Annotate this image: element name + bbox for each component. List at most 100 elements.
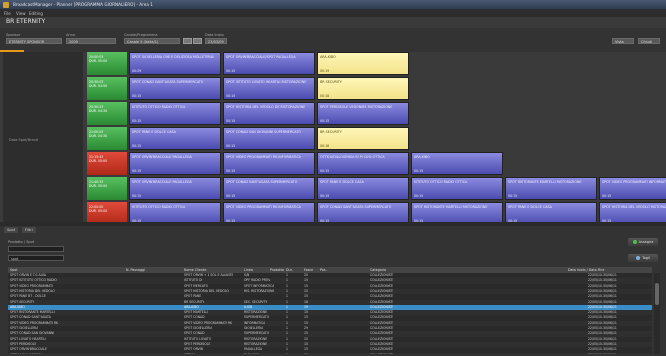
schedule-event[interactable]: SPOT PERDISOLE VEDONIRE RISTORAZIONE 00:1… — [317, 102, 409, 125]
time-slot[interactable]: 20:30:03 DUR. 04:50 — [87, 77, 127, 100]
schedule-event[interactable]: SPOT ORVIN'BRACCIALE PAGALLEGA 00:15 — [129, 152, 221, 175]
close-button[interactable]: Chiudi — [638, 38, 660, 44]
event-duration: 00:18 — [320, 144, 330, 148]
schedule-event[interactable]: SPOT CONAD SANT'AGATA SUPERMERCATO 00:15 — [223, 177, 315, 200]
date-field[interactable]: 23/03/09 — [205, 38, 227, 44]
event-name: ISTITUTO OTTICO RADIO OTTICA — [132, 205, 186, 209]
schedule-event[interactable]: SPOT ISTITUTO LOVATO HEARTILI RISTORAZIO… — [223, 77, 315, 100]
schedule-event[interactable]: OTTICA/DILLOGENSA RI PI CUSI OTTICA 00:15 — [317, 152, 409, 175]
event-name: SPOT VIDEO PROGRAMMATI RK INFORMATICA — [226, 205, 301, 209]
menu-file[interactable]: File — [4, 11, 11, 16]
filter-date-label: Data Inizio — [205, 33, 224, 37]
schedule-event[interactable]: SPOT CONAD SANT'AGATA SUPERMERCATO 00:15 — [129, 77, 221, 100]
event-duration: 00:29 — [132, 69, 142, 73]
filter-input[interactable]: spot — [8, 255, 64, 261]
event-duration: 00:15 — [132, 194, 142, 198]
event-duration: 00:15 — [226, 169, 236, 173]
event-name: SPOT RISTORANTE MARTELLI RISTORAZIONE — [508, 180, 582, 184]
event-duration: 00:15 — [132, 144, 142, 148]
filter-year-label: Anno — [66, 33, 75, 37]
table-scrollbar[interactable] — [654, 273, 660, 354]
schedule-event[interactable]: ARA-KIBO 00:15 — [411, 152, 503, 175]
event-duration: 00:15 — [226, 69, 236, 73]
schedule-event[interactable]: SPOT VIDEO PROGRAMMATI RK INFORMATICA 00:… — [223, 152, 315, 175]
event-name: SPOT VIDEO PROGRAMMATI INFORMATICA — [602, 180, 666, 184]
event-duration: 00:19 — [320, 69, 330, 73]
page-title: BR ETERNITY — [6, 18, 46, 25]
menu-view[interactable]: View — [16, 11, 26, 16]
schedule-event[interactable]: ISTITUTO OTTICO RADIO OTTICA 00:15 — [411, 177, 503, 200]
search-label: Prodotto / Spot — [8, 240, 35, 244]
remove-label: Togli — [642, 256, 650, 260]
schedule-event[interactable]: SPOT PANE E DOLCE CASA 00:15 — [317, 177, 409, 200]
assign-button[interactable]: Assegna — [628, 238, 658, 246]
search-input[interactable] — [8, 246, 64, 252]
table-row[interactable]: OTTICA DILLOGENSA OTTICA RI PI CUSI 1 15 COLL… — [8, 352, 652, 355]
prev-button[interactable] — [183, 38, 192, 44]
year-field[interactable]: 2009 — [66, 38, 116, 44]
table-cell: 15 — [304, 353, 308, 355]
tab-filtri[interactable]: Filtri — [22, 227, 36, 233]
schedule-event[interactable]: SPOT RISTORANTE MARTELLI RISTORAZIONE 00:… — [505, 177, 597, 200]
menu-editing[interactable]: Editing — [29, 11, 43, 16]
event-duration: 00:15 — [226, 144, 236, 148]
schedule-event[interactable]: ISTITUTO OTTICO RADIO OTTICA 00:15 — [129, 102, 221, 125]
left-panel: Data Spot/Brand — [3, 52, 83, 222]
event-name: ISTITUTO OTTICO RADIO OTTICA — [132, 105, 186, 109]
schedule-event[interactable]: SPOT ORVIN'BRACCIALE PAGALLEGA 00:15 — [129, 177, 221, 200]
event-duration: 00:15 — [132, 94, 142, 98]
event-duration: 00:15 — [508, 194, 518, 198]
event-name: ARA-KIBO — [320, 55, 336, 59]
event-name: SPOT CONAD SANT'AGATA SUPERMERCATO — [226, 180, 298, 184]
event-name: SPOT PANE E DOLCE CASA — [508, 205, 552, 209]
filter-sponsor-label: Sponsor — [6, 33, 21, 37]
filter-channel-label: Canale/Programma — [124, 33, 158, 37]
remove-button[interactable]: Togli — [628, 254, 658, 262]
event-name: SPOT ISTITUTO LOVATO HEARTILI RISTORAZIO… — [226, 80, 307, 84]
schedule-event[interactable]: BR SECURITY 00:18 — [317, 77, 409, 100]
time-slot[interactable]: 20:50:23 DUR. 04:30 — [87, 102, 127, 125]
schedule-event[interactable]: SPOT ORVIN'BRACCIALE/SPOT PAGALLEGA 00:15 — [223, 52, 315, 75]
sponsor-field[interactable]: ETERNITY SPONSOR — [6, 38, 62, 44]
schedule-event[interactable]: ARA-KIBO 00:19 — [317, 52, 409, 75]
event-duration: 00:18 — [320, 94, 330, 98]
event-name: SPOT PANE E DOLCE CASA — [320, 180, 364, 184]
channel-field[interactable]: Canale 5 (Italia/1) — [124, 38, 180, 44]
scrollbar-thumb[interactable] — [655, 283, 659, 305]
schedule-event[interactable]: BR SECURITY 00:18 — [317, 127, 409, 150]
time-slot[interactable]: 21:15:43 DUR. 05:00 — [87, 152, 127, 175]
schedule-event[interactable]: SPOT CONAD SAN GIOVANNI SUPERMERCATO 00:1… — [223, 127, 315, 150]
next-button[interactable] — [193, 38, 202, 44]
event-name: SPOT VIDEO PROGRAMMATI RK INFORMATICA — [226, 155, 301, 159]
view-button[interactable]: Vista — [612, 38, 634, 44]
tab-spot[interactable]: Spot — [4, 227, 19, 233]
window-title: BroadcastManager - Planner [PROGRAMMA GI… — [13, 2, 153, 7]
schedule-event[interactable]: SPOT VIDEO PROGRAMMATI INFORMATICA 00:15 — [599, 177, 666, 200]
event-name: SPOT CONAD SANT'AGATA SUPERMERCATO — [132, 80, 204, 84]
event-name: SPOT HISTORIA DEL VEDOLO DE RISTORAZIONE — [226, 105, 306, 109]
event-duration: 00:15 — [414, 169, 424, 173]
event-name: SPOT PERDISOLE VEDONIRE RISTORAZIONE — [320, 105, 393, 109]
schedule-event[interactable]: SPOT HISTORIA DEL VEDOLO DE RISTORAZIONE… — [223, 102, 315, 125]
event-duration: 00:15 — [602, 194, 612, 198]
table-cell: COLLEZIONISTI — [370, 353, 393, 355]
filter-bar: Sponsor ETERNITY SPONSOR Anno 2009 Canal… — [0, 28, 666, 52]
refresh-icon — [632, 240, 637, 244]
left-panel-header: Data Spot/Brand — [9, 138, 39, 142]
table-cell: OTTICA — [184, 353, 195, 355]
table-cell: 1 — [286, 353, 288, 355]
event-duration: 00:15 — [132, 169, 142, 173]
event-name: SPOT CONAD SANT'AGATA SUPERMERCATO — [320, 205, 392, 209]
event-name: SPOT PANE E DOLCE CASA — [132, 130, 176, 134]
menu-bar: File View Editing — [0, 9, 666, 17]
time-slot[interactable]: 21:40:33 DUR. 05:00 — [87, 177, 127, 200]
schedule-event[interactable]: SPOT PANE E DOLCE CASA 00:15 — [129, 127, 221, 150]
schedule-event[interactable]: SPOT GIOIELLERIA CHE E DELIZIOSA MOLLETE… — [129, 52, 221, 75]
event-name: ISTITUTO OTTICO RADIO OTTICA — [414, 180, 468, 184]
event-duration: 00:15 — [226, 194, 236, 198]
time-slot[interactable]: 20:00:03 DUR. 05:00 — [87, 52, 127, 75]
event-duration: 00:15 — [414, 194, 424, 198]
table-cell: 22/05/10-30/06/11 — [588, 353, 617, 355]
time-slot[interactable]: 21:00:03 DUR. 04:30 — [87, 127, 127, 150]
table-cell: RI PI CUSI — [244, 353, 259, 355]
